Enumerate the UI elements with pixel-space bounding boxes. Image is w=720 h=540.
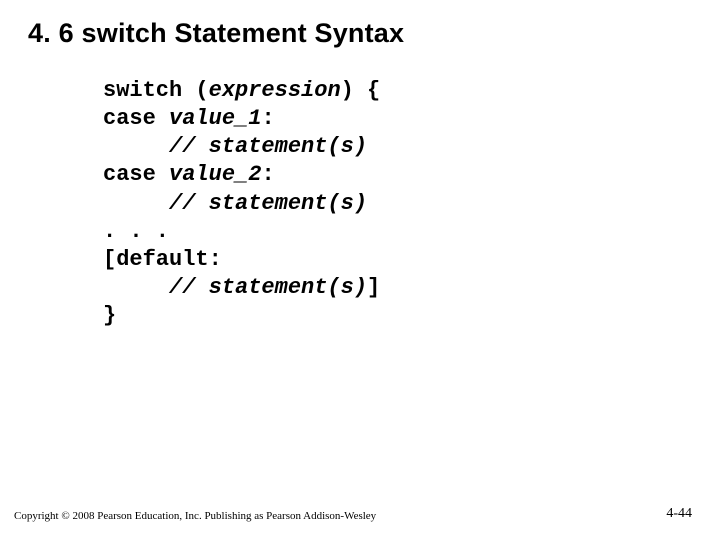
code-text: :	[261, 162, 274, 187]
code-text: ) {	[341, 78, 381, 103]
page-number: 4-44	[666, 506, 692, 522]
code-italic: value_1	[169, 106, 261, 131]
code-line-2: case value_1:	[103, 105, 692, 133]
code-text: ]	[367, 275, 380, 300]
code-text: . . .	[103, 219, 169, 244]
code-text: case	[103, 106, 169, 131]
code-italic: // statement(s)	[169, 134, 367, 159]
code-line-1: switch (expression) {	[103, 77, 692, 105]
code-text: [default:	[103, 247, 222, 272]
code-line-8: // statement(s)]	[103, 274, 692, 302]
code-italic: // statement(s)	[169, 275, 367, 300]
code-text: switch (	[103, 78, 209, 103]
code-italic: value_2	[169, 162, 261, 187]
code-line-5: // statement(s)	[103, 190, 692, 218]
code-line-7: [default:	[103, 246, 692, 274]
code-line-6: . . .	[103, 218, 692, 246]
code-text: }	[103, 303, 116, 328]
code-line-9: }	[103, 302, 692, 330]
slide: 4. 6 switch Statement Syntax switch (exp…	[0, 0, 720, 540]
code-line-4: case value_2:	[103, 161, 692, 189]
code-italic: // statement(s)	[169, 191, 367, 216]
code-block: switch (expression) { case value_1: // s…	[103, 77, 692, 330]
code-italic: expression	[209, 78, 341, 103]
code-text: :	[261, 106, 274, 131]
slide-title: 4. 6 switch Statement Syntax	[28, 18, 692, 49]
code-line-3: // statement(s)	[103, 133, 692, 161]
code-text: case	[103, 162, 169, 187]
copyright-text: Copyright © 2008 Pearson Education, Inc.…	[14, 510, 376, 522]
